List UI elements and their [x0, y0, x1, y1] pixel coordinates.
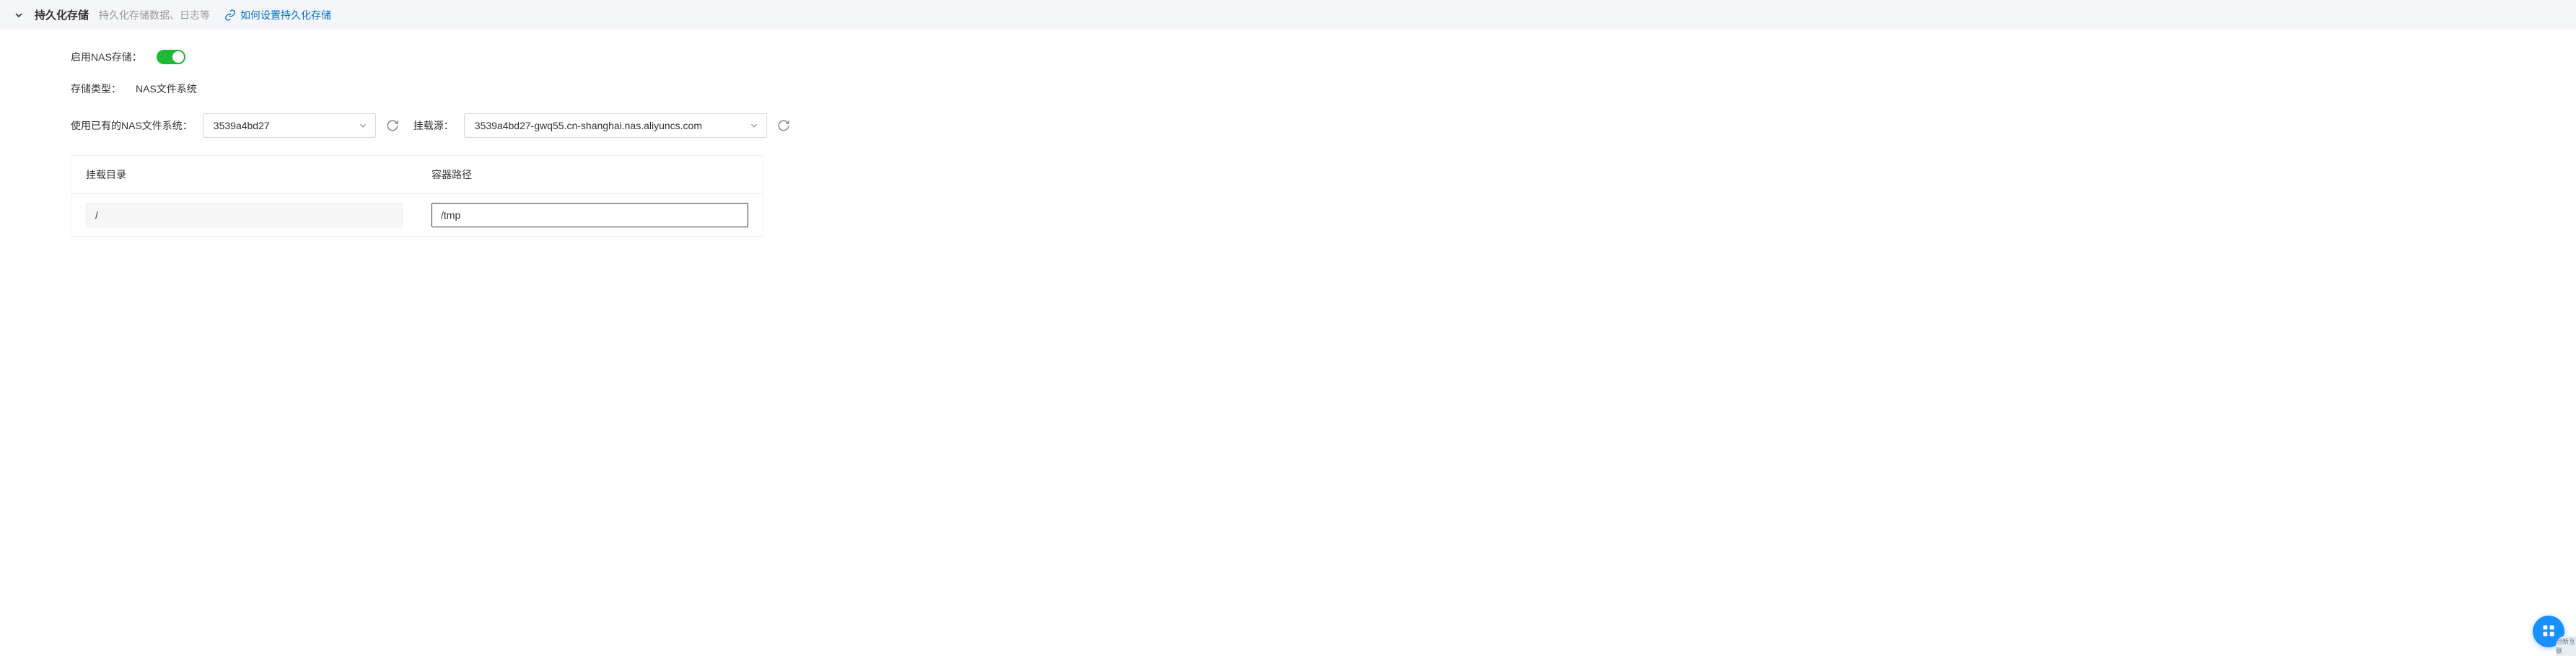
mount-source-pair: 挂载源： 3539a4bd27-gwq55.cn-shanghai.nas.al… [413, 113, 790, 138]
mount-source-select[interactable]: 3539a4bd27-gwq55.cn-shanghai.nas.aliyunc… [464, 113, 767, 138]
storage-type-label: 存储类型： [71, 82, 121, 96]
section-desc: 持久化存储数据、日志等 [99, 8, 210, 22]
existing-nas-label: 使用已有的NAS文件系统： [71, 118, 193, 133]
nas-filesystem-value: 3539a4bd27 [214, 120, 270, 131]
section-header: 持久化存储 持久化存储数据、日志等 如何设置持久化存储 [0, 0, 2576, 30]
brand-text: 创新互联 [2556, 637, 2576, 655]
table-row: / [71, 194, 763, 236]
container-path-input[interactable] [431, 203, 748, 227]
brand-badge: 创新互联 [2556, 636, 2576, 656]
existing-nas-pair: 使用已有的NAS文件系统： 3539a4bd27 [71, 113, 399, 138]
help-link-label: 如何设置持久化存储 [240, 8, 331, 22]
content-area: 启用NAS存储： 存储类型： NAS文件系统 使用已有的NAS文件系统： 353… [0, 30, 2576, 266]
mount-source-value: 3539a4bd27-gwq55.cn-shanghai.nas.aliyunc… [475, 120, 702, 131]
refresh-mount-icon[interactable] [777, 119, 790, 132]
chevron-down-icon [749, 121, 759, 131]
link-icon [224, 9, 236, 21]
refresh-nas-icon[interactable] [386, 119, 399, 132]
col-container-path: 容器路径 [417, 156, 763, 193]
mount-table: 挂载目录 容器路径 / [71, 155, 763, 237]
section-title: 持久化存储 [35, 7, 89, 22]
mount-dir-value: / [95, 209, 98, 221]
enable-nas-toggle[interactable] [157, 50, 185, 64]
help-link[interactable]: 如何设置持久化存储 [224, 8, 331, 22]
col-mount-dir: 挂载目录 [71, 156, 417, 193]
mount-source-label: 挂载源： [413, 118, 454, 133]
grid-icon [2541, 624, 2556, 640]
nas-config-row: 使用已有的NAS文件系统： 3539a4bd27 挂载源： 3539a4bd27… [71, 113, 2536, 138]
enable-nas-row: 启用NAS存储： [71, 50, 2536, 64]
storage-type-value: NAS文件系统 [136, 82, 197, 96]
storage-type-row: 存储类型： NAS文件系统 [71, 82, 2536, 96]
nas-filesystem-select[interactable]: 3539a4bd27 [203, 113, 376, 138]
collapse-chevron-icon[interactable] [13, 9, 25, 21]
enable-nas-label: 启用NAS存储： [71, 50, 142, 64]
table-header: 挂载目录 容器路径 [71, 156, 763, 194]
chevron-down-icon [358, 121, 368, 131]
mount-dir-input[interactable]: / [86, 203, 403, 227]
